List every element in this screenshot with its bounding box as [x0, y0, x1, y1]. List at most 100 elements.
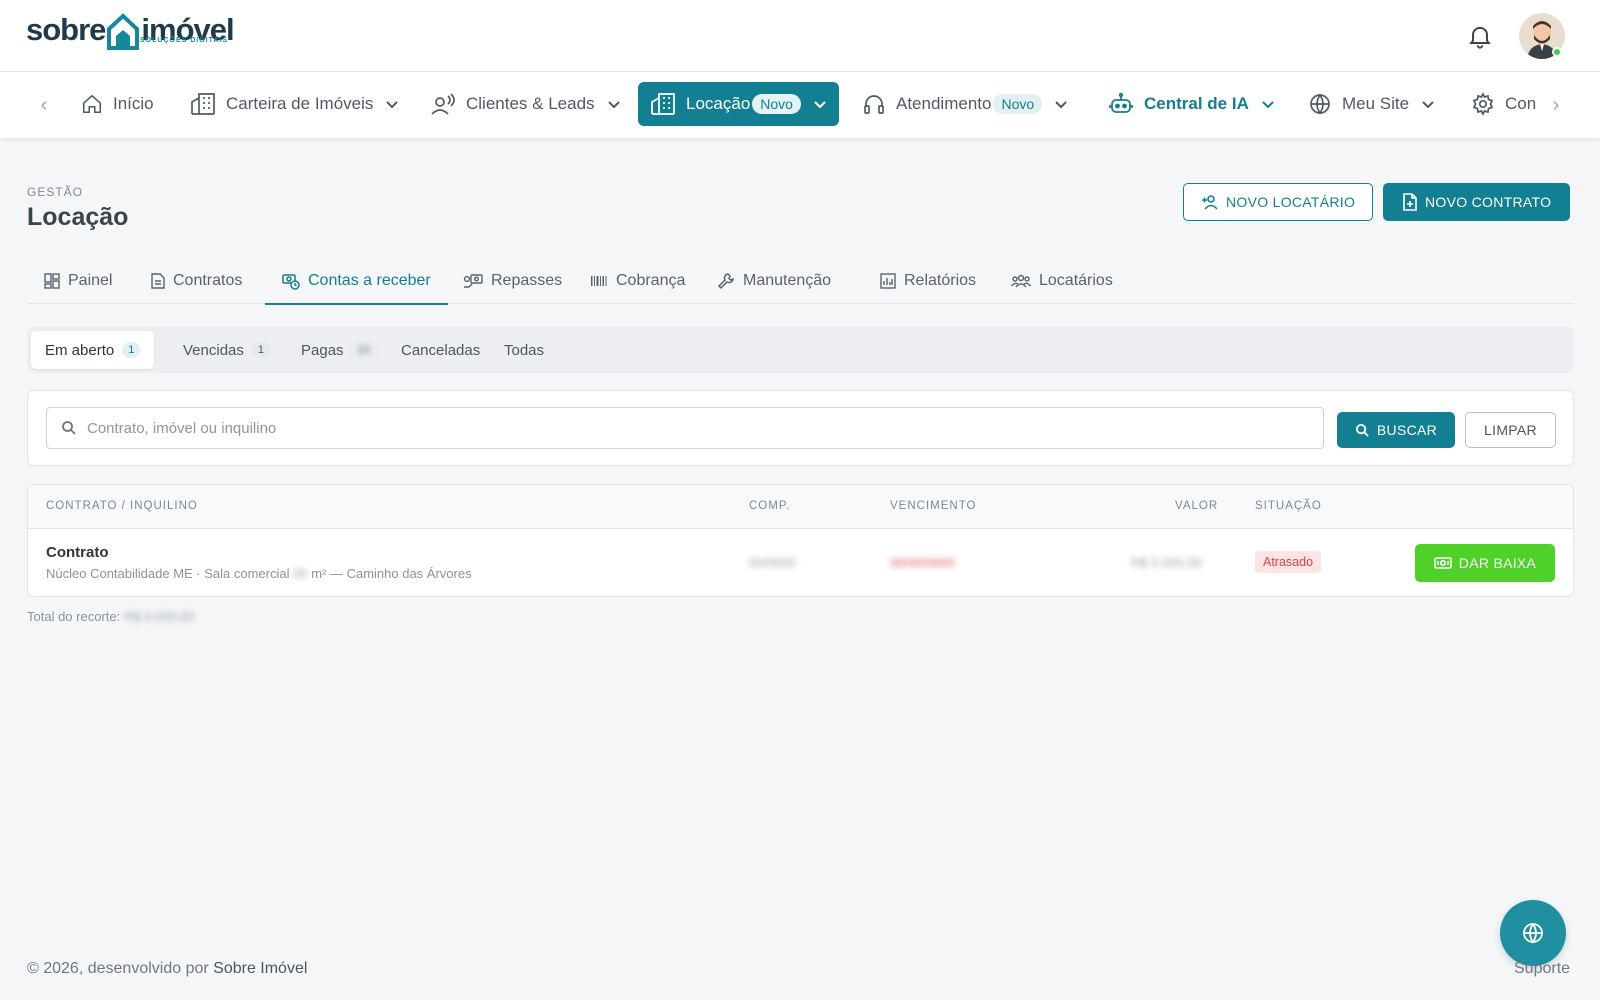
- col-comp: COMP.: [749, 500, 791, 512]
- nav-label: Clientes & Leads: [466, 94, 595, 113]
- filter-label: Em aberto: [45, 341, 115, 359]
- table-header: CONTRATO / INQUILINO COMP. VENCIMENTO VA…: [28, 485, 1573, 529]
- nav-item-locacao[interactable]: Locação Novo: [638, 82, 839, 126]
- tab-relatorios[interactable]: Relatórios: [863, 258, 993, 304]
- search-button[interactable]: BUSCAR: [1337, 412, 1455, 448]
- filter-vencidas[interactable]: Vencidas 1: [169, 331, 284, 369]
- nav-label: Atendimento: [896, 94, 992, 113]
- search-field[interactable]: [46, 407, 1324, 449]
- row-due: 00/00/0000: [890, 555, 956, 570]
- col-contract: CONTRATO / INQUILINO: [46, 500, 198, 512]
- filter-todas[interactable]: Todas: [490, 331, 558, 369]
- document-icon: [151, 273, 165, 289]
- dashboard-icon: [44, 273, 60, 289]
- tab-label: Locatários: [1039, 272, 1113, 289]
- receivable-icon: [282, 273, 300, 290]
- logo[interactable]: sobre imóvel: [26, 12, 235, 60]
- page-eyebrow: GESTÃO: [27, 185, 84, 199]
- tab-label: Manutenção: [743, 272, 832, 289]
- people-icon: [431, 93, 455, 115]
- filter-label: Vencidas: [183, 341, 244, 359]
- total-value: R$ 0.000,00: [123, 609, 195, 624]
- tab-label: Contas a receber: [308, 271, 431, 289]
- report-icon: [880, 273, 896, 289]
- new-contract-label: NOVO CONTRATO: [1425, 194, 1552, 210]
- transfer-icon: [463, 274, 483, 288]
- row-comp: 00/0000: [749, 555, 796, 570]
- filter-count: 1: [251, 342, 271, 358]
- row-title: Contrato: [46, 544, 109, 561]
- row-address: m² — Caminho das Árvores: [307, 566, 472, 581]
- chevron-down-icon: [1422, 101, 1434, 109]
- nav-scroll-right-icon[interactable]: ›: [1546, 94, 1566, 116]
- robot-icon: [1109, 92, 1133, 113]
- nav-item-clientes[interactable]: Clientes & Leads: [430, 82, 621, 126]
- nav-label: Con: [1505, 94, 1537, 113]
- filter-canceladas[interactable]: Canceladas: [387, 331, 494, 369]
- add-user-icon: [1202, 195, 1218, 210]
- nav-item-central-ia[interactable]: Central de IA: [1108, 82, 1275, 126]
- nav-label: Meu Site: [1342, 94, 1410, 113]
- nav-label: Locação: [686, 94, 751, 113]
- online-status-dot: [1552, 47, 1562, 57]
- nav-label: Início: [113, 94, 154, 113]
- filter-em-aberto[interactable]: Em aberto 1: [31, 331, 155, 369]
- nav-item-config[interactable]: Con: [1471, 82, 1536, 126]
- nav-label: Central de IA: [1144, 94, 1249, 113]
- chevron-down-icon: [1262, 101, 1274, 109]
- home-icon: [82, 94, 102, 114]
- search-card: BUSCAR LIMPAR: [27, 390, 1574, 466]
- settle-button-label: DAR BAIXA: [1458, 555, 1537, 571]
- row-tenant-property: Núcleo Contabilidade ME · Sala comercial: [46, 566, 294, 581]
- table-row[interactable]: Contrato Núcleo Contabilidade ME · Sala …: [28, 529, 1573, 596]
- search-input[interactable]: [87, 419, 1187, 437]
- bell-icon[interactable]: [1466, 22, 1494, 50]
- tab-label: Relatórios: [904, 272, 977, 289]
- col-status: SITUAÇÃO: [1255, 500, 1322, 512]
- tab-contas-a-receber[interactable]: Contas a receber: [265, 258, 448, 305]
- row-value: R$ 0.000,00: [1131, 555, 1202, 570]
- clear-button[interactable]: LIMPAR: [1465, 412, 1556, 448]
- nav-item-carteira[interactable]: Carteira de Imóveis: [190, 82, 399, 126]
- logo-tagline: SOLUÇÕES DIGITAIS: [140, 37, 229, 44]
- nav-item-meu-site[interactable]: Meu Site: [1308, 82, 1435, 126]
- support-button[interactable]: [1500, 900, 1566, 966]
- globe-icon: [1523, 923, 1543, 944]
- building-icon: [651, 93, 675, 115]
- row-area: 00: [293, 566, 308, 581]
- nav-item-atendimento[interactable]: Atendimento Novo: [862, 82, 1068, 126]
- filter-pagas[interactable]: Pagas 10: [287, 331, 390, 369]
- total-summary: Total do recorte: R$ 0.000,00: [27, 609, 195, 624]
- footer-brand-link[interactable]: Sobre Imóvel: [213, 960, 307, 977]
- wrench-icon: [717, 273, 734, 290]
- status-badge: Atrasado: [1255, 551, 1322, 573]
- new-contract-button[interactable]: NOVO CONTRATO: [1383, 183, 1571, 221]
- barcode-icon: [591, 276, 607, 286]
- group-icon: [1011, 274, 1031, 288]
- new-tenant-button[interactable]: NOVO LOCATÁRIO: [1183, 183, 1374, 221]
- tab-repasses[interactable]: Repasses: [446, 258, 579, 304]
- top-bar: sobre imóvel SOLUÇÕES DIGITAIS: [0, 0, 1600, 72]
- tab-label: Repasses: [491, 272, 563, 289]
- footer: © 2026, desenvolvido por Sobre Imóvel: [27, 960, 307, 978]
- new-tenant-label: NOVO LOCATÁRIO: [1226, 194, 1356, 210]
- filter-label: Pagas: [301, 341, 344, 359]
- add-document-icon: [1403, 193, 1417, 211]
- row-subtitle: Núcleo Contabilidade ME · Sala comercial…: [46, 566, 472, 581]
- receivables-table: CONTRATO / INQUILINO COMP. VENCIMENTO VA…: [27, 484, 1574, 597]
- tab-manutencao[interactable]: Manutenção: [700, 258, 848, 304]
- headset-icon: [864, 95, 884, 114]
- support-label: Suporte: [1514, 960, 1571, 977]
- tab-contratos[interactable]: Contratos: [134, 258, 259, 304]
- tab-painel[interactable]: Painel: [27, 258, 129, 304]
- clear-button-label: LIMPAR: [1484, 422, 1537, 438]
- nav-scroll-left-icon[interactable]: ‹: [34, 94, 54, 116]
- filter-count: 1: [122, 342, 141, 358]
- page-title: Locação: [27, 203, 129, 231]
- tab-locatarios[interactable]: Locatários: [994, 258, 1130, 304]
- tab-cobranca[interactable]: Cobrança: [573, 258, 702, 304]
- tab-label: Cobrança: [616, 272, 686, 289]
- cash-icon: [1433, 557, 1452, 569]
- settle-button[interactable]: DAR BAIXA: [1415, 544, 1555, 582]
- nav-item-inicio[interactable]: Início: [81, 82, 154, 126]
